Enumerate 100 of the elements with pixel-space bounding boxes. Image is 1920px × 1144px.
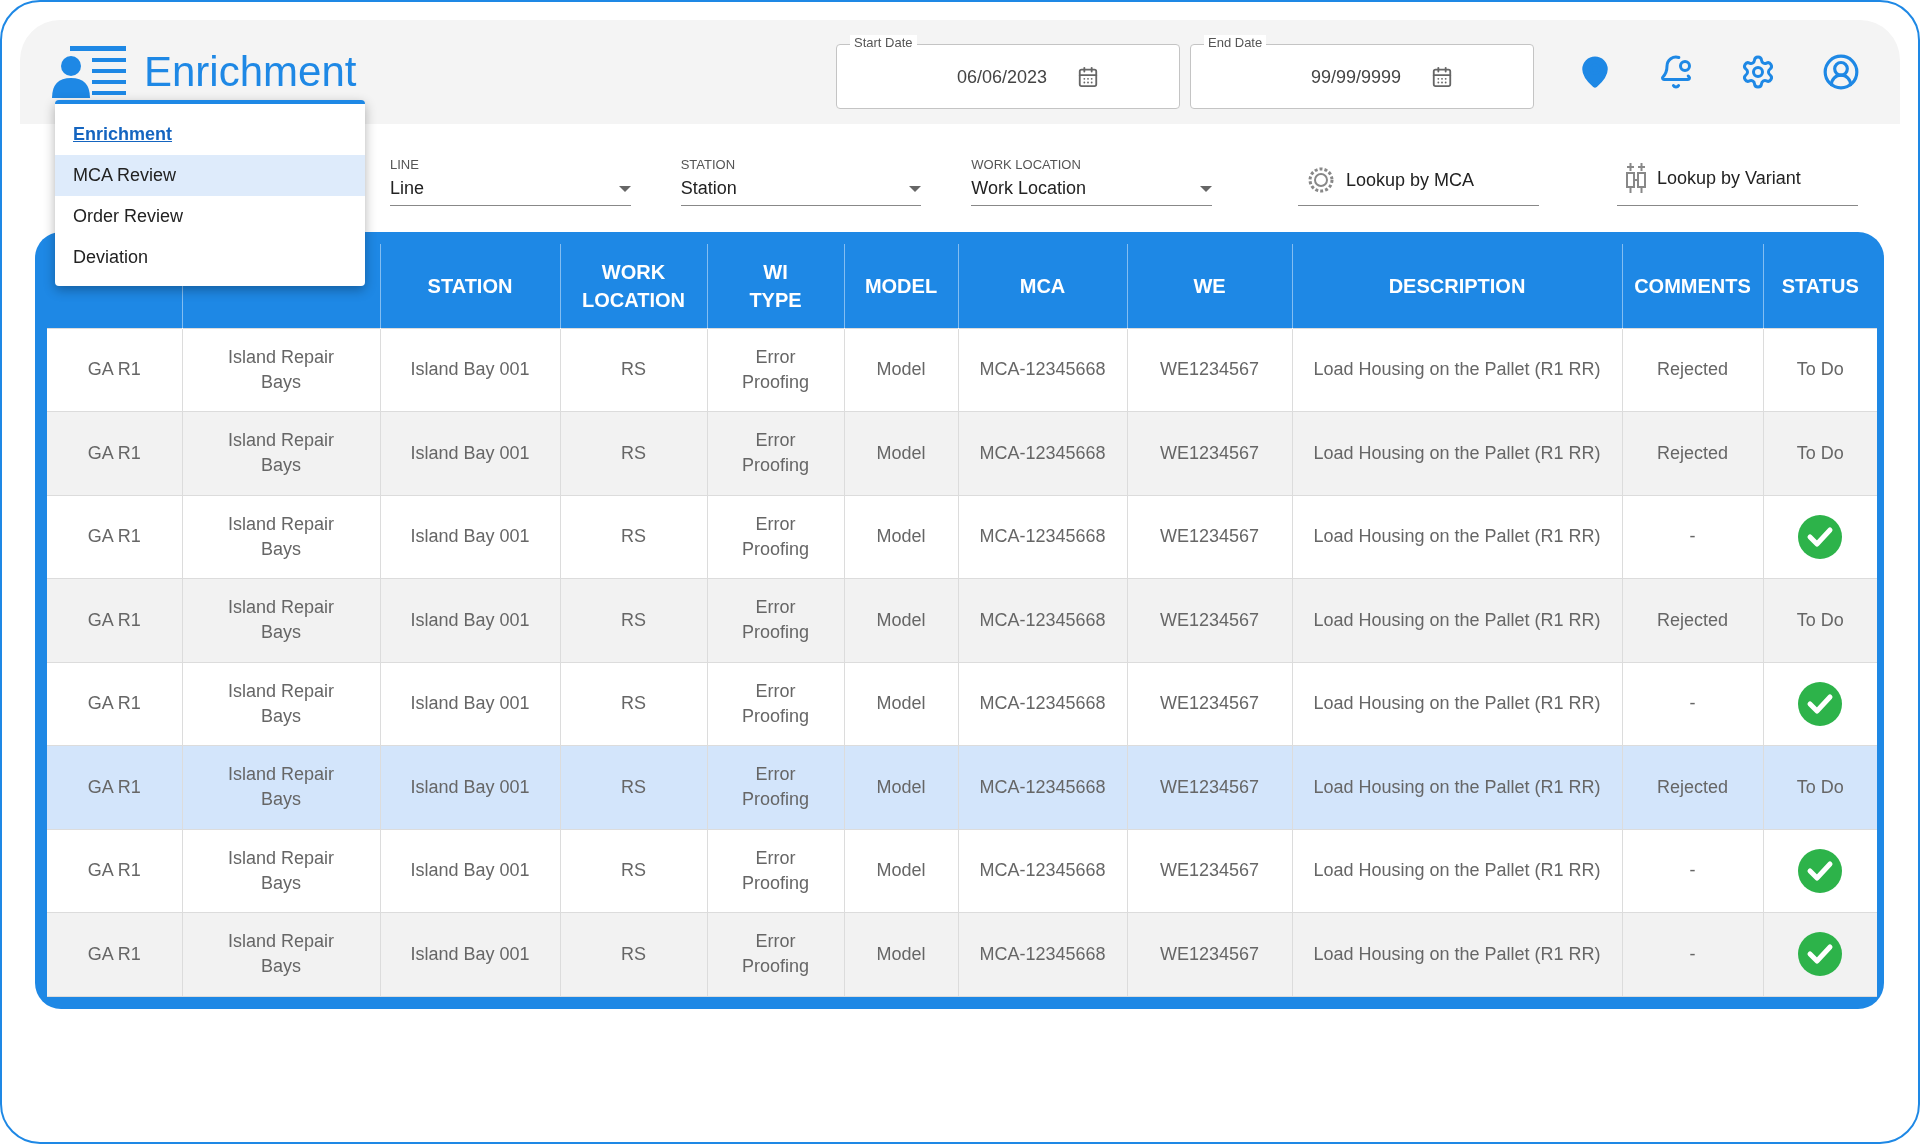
table-cell: Island Bay 001 (380, 662, 560, 746)
table-cell: RS (560, 411, 707, 495)
notification-bell-icon[interactable] (1658, 54, 1694, 90)
select-field[interactable]: LINE Line (390, 157, 631, 206)
column-header: COMMENTS (1622, 244, 1763, 328)
table-cell: RS (560, 829, 707, 913)
table-cell: Island Bay 001 (380, 745, 560, 829)
table-row[interactable]: GA R1 Island Repair Bays Island Bay 001 RS Error Proofing Model MCA-12345668 WE1234567 Load Housing on the Pallet (R1 RR) Rejected To Do (47, 745, 1877, 829)
column-header: WI TYPE (707, 244, 844, 328)
menu-item[interactable]: Order Review (55, 196, 365, 237)
date-field[interactable]: End Date 99/99/9999 (1190, 35, 1534, 109)
table-row[interactable]: GA R1 Island Repair Bays Island Bay 001 RS Error Proofing Model MCA-12345668 WE1234567 Load Housing on the Pallet (R1 RR) Rejected To Do (47, 411, 1877, 495)
column-header: MCA (958, 244, 1127, 328)
table-cell: WE1234567 (1127, 912, 1292, 996)
dropdown-caret-icon (909, 185, 922, 192)
table-cell: Island Repair Bays (182, 912, 380, 996)
table-cell: MCA-12345668 (958, 829, 1127, 913)
menu-item[interactable]: Enrichment (55, 114, 365, 155)
table-row[interactable]: GA R1 Island Repair Bays Island Bay 001 RS Error Proofing Model MCA-12345668 WE1234567 Load Housing on the Pallet (R1 RR) Rejected To Do (47, 578, 1877, 662)
dropdown-caret-icon (1199, 185, 1212, 192)
date-value: 06/06/2023 (956, 66, 1048, 88)
table-cell: WE1234567 (1127, 328, 1292, 412)
table-cell: RS (560, 662, 707, 746)
table-cell: Island Bay 001 (380, 578, 560, 662)
table-cell: Load Housing on the Pallet (R1 RR) (1292, 912, 1622, 996)
table-cell: Error Proofing (707, 912, 844, 996)
table-cell: WE1234567 (1127, 745, 1292, 829)
table-cell: - (1622, 829, 1763, 913)
table-cell: Error Proofing (707, 495, 844, 579)
select-value: Station (680, 178, 737, 199)
table-cell: Error Proofing (707, 411, 844, 495)
column-header: STATUS (1763, 244, 1877, 328)
menu-item[interactable]: Deviation (55, 237, 365, 278)
table-cell: Island Bay 001 (380, 495, 560, 579)
column-header: WE (1127, 244, 1292, 328)
table-cell: Load Housing on the Pallet (R1 RR) (1292, 495, 1622, 579)
date-value: 99/99/9999 (1310, 66, 1402, 88)
table-cell: Rejected (1622, 578, 1763, 662)
vials-icon (1625, 161, 1647, 195)
table-cell: Island Repair Bays (182, 578, 380, 662)
app-title: Enrichment (144, 48, 357, 96)
lookup-button[interactable]: Lookup by Variant (1617, 161, 1858, 206)
check-circle-icon (1798, 932, 1843, 977)
table-cell: WE1234567 (1127, 411, 1292, 495)
table-cell: Load Housing on the Pallet (R1 RR) (1292, 745, 1622, 829)
table-cell: - (1622, 912, 1763, 996)
table-cell: Model (844, 912, 958, 996)
lookup-button[interactable]: Lookup by MCA (1297, 165, 1539, 206)
select-field[interactable]: WORK LOCATION Work Location (971, 157, 1212, 206)
table-cell: Model (844, 745, 958, 829)
table-cell: MCA-12345668 (958, 912, 1127, 996)
table-cell: Load Housing on the Pallet (R1 RR) (1292, 328, 1622, 412)
table-row[interactable]: GA R1 Island Repair Bays Island Bay 001 RS Error Proofing Model MCA-12345668 WE1234567 Load Housing on the Pallet (R1 RR) - (47, 495, 1877, 579)
status-cell: To Do (1763, 328, 1877, 412)
table-cell: Load Housing on the Pallet (R1 RR) (1292, 662, 1622, 746)
table-cell: Model (844, 328, 958, 412)
table-cell: RS (560, 495, 707, 579)
menu-item[interactable]: MCA Review (55, 155, 365, 196)
dropdown-caret-icon (618, 185, 631, 192)
table-cell: WE1234567 (1127, 578, 1292, 662)
table-row[interactable]: GA R1 Island Repair Bays Island Bay 001 RS Error Proofing Model MCA-12345668 WE1234567 Load Housing on the Pallet (R1 RR) Rejected To Do (47, 328, 1877, 412)
select-value: Line (390, 178, 425, 199)
contact-list-icon (52, 46, 126, 98)
table-cell: Model (844, 662, 958, 746)
table-cell: Island Bay 001 (380, 411, 560, 495)
table-cell: Island Bay 001 (380, 912, 560, 996)
table-cell: Error Proofing (707, 745, 844, 829)
table-cell: GA R1 (47, 912, 182, 996)
table-cell: MCA-12345668 (958, 578, 1127, 662)
table-cell: MCA-12345668 (958, 328, 1127, 412)
table-cell: MCA-12345668 (958, 662, 1127, 746)
user-profile-icon[interactable] (1822, 53, 1860, 91)
date-field[interactable]: Start Date 06/06/2023 (836, 35, 1180, 109)
table-row[interactable]: GA R1 Island Repair Bays Island Bay 001 RS Error Proofing Model MCA-12345668 WE1234567 Load Housing on the Pallet (R1 RR) - (47, 912, 1877, 996)
table-cell: Island Repair Bays (182, 495, 380, 579)
table-row[interactable]: GA R1 Island Repair Bays Island Bay 001 RS Error Proofing Model MCA-12345668 WE1234567 Load Housing on the Pallet (R1 RR) - (47, 829, 1877, 913)
table-cell: MCA-12345668 (958, 495, 1127, 579)
table-cell: WE1234567 (1127, 495, 1292, 579)
settings-icon[interactable] (1740, 54, 1776, 90)
select-field[interactable]: STATION Station (680, 157, 922, 206)
table-cell: Error Proofing (707, 328, 844, 412)
table-cell: RS (560, 745, 707, 829)
table-cell: Error Proofing (707, 578, 844, 662)
table-cell: Rejected (1622, 411, 1763, 495)
table-cell: Island Repair Bays (182, 829, 380, 913)
calendar-icon[interactable] (1431, 66, 1454, 88)
table-cell: GA R1 (47, 662, 182, 746)
table-cell: Load Housing on the Pallet (R1 RR) (1292, 578, 1622, 662)
calendar-icon[interactable] (1077, 66, 1100, 88)
table-row[interactable]: GA R1 Island Repair Bays Island Bay 001 RS Error Proofing Model MCA-12345668 WE1234567 Load Housing on the Pallet (R1 RR) - (47, 662, 1877, 746)
table-cell: GA R1 (47, 411, 182, 495)
table-cell: - (1622, 495, 1763, 579)
table-cell: Model (844, 829, 958, 913)
table-cell: Model (844, 411, 958, 495)
select-value: Work Location (971, 178, 1087, 199)
check-circle-icon (1798, 848, 1843, 893)
select-label: WORK LOCATION (971, 157, 1082, 172)
table-cell: RS (560, 328, 707, 412)
table-cell: GA R1 (47, 578, 182, 662)
table-cell: Error Proofing (707, 662, 844, 746)
